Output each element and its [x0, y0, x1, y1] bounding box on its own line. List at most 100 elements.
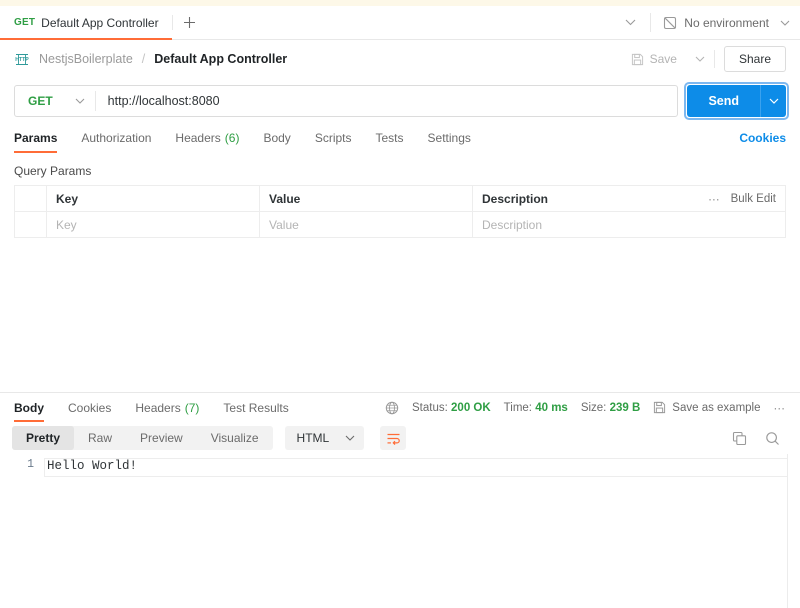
url-bar: GET Send [0, 78, 800, 124]
tab-scripts-label: Scripts [314, 131, 352, 145]
response-tab-headers[interactable]: Headers (7) [123, 393, 211, 422]
breadcrumb-collection[interactable]: NestjsBoilerplate [39, 52, 133, 66]
copy-icon[interactable] [732, 431, 747, 446]
breadcrumb-separator: / [141, 52, 146, 66]
size-label: Size: [580, 401, 607, 414]
response-tab-cookies[interactable]: Cookies [56, 393, 123, 422]
tabs-dropdown-button[interactable] [610, 6, 650, 39]
request-tab[interactable]: GET Default App Controller [0, 6, 172, 40]
table-header-row: Key Value Description ⋯ Bulk Edit [15, 186, 785, 212]
bulk-edit-button[interactable]: Bulk Edit [731, 193, 776, 205]
select-all-cell[interactable] [15, 186, 47, 211]
request-section-tabs: Params Authorization Headers (6) Body Sc… [0, 124, 800, 153]
tab-authorization-label: Authorization [81, 131, 152, 145]
save-as-example-label: Save as example [672, 401, 761, 414]
view-mode-visualize[interactable]: Visualize [197, 426, 273, 450]
tab-body[interactable]: Body [251, 124, 302, 152]
word-wrap-icon[interactable] [380, 426, 407, 450]
request-tab-bar: GET Default App Controller No environmen… [0, 6, 800, 40]
code-line: 1 Hello World! [0, 454, 800, 477]
response-tab-test-results-label: Test Results [223, 400, 289, 415]
ellipsis-icon[interactable]: ⋯ [708, 192, 721, 206]
request-tab-title: Default App Controller [41, 15, 159, 30]
chevron-down-icon [780, 20, 790, 26]
url-input[interactable] [95, 94, 678, 108]
response-language-label: HTML [296, 431, 330, 445]
response-tab-headers-label: Headers [135, 400, 181, 415]
query-params-title: Query Params [14, 164, 92, 178]
breadcrumb-request-name[interactable]: Default App Controller [154, 52, 287, 66]
globe-icon[interactable] [385, 401, 399, 415]
param-description-input[interactable]: Description [473, 212, 685, 237]
response-body-editor[interactable]: 1 Hello World! [0, 454, 800, 608]
search-icon[interactable] [765, 431, 780, 446]
share-button[interactable]: Share [723, 46, 786, 72]
floppy-disk-icon [653, 401, 666, 414]
response-body-text: Hello World! [44, 458, 787, 477]
status-value: 200 OK [451, 401, 491, 414]
column-header-key: Key [47, 186, 260, 211]
send-button[interactable]: Send [687, 85, 760, 117]
line-number: 1 [27, 458, 34, 471]
environment-selector[interactable]: No environment [651, 6, 800, 39]
table-row: Key Value Description [15, 212, 785, 238]
new-tab-button[interactable] [173, 6, 207, 39]
breadcrumb-actions: Save Share [622, 46, 786, 72]
size-value: 239 B [609, 401, 641, 414]
param-key-input[interactable]: Key [47, 212, 260, 237]
tab-settings[interactable]: Settings [416, 124, 483, 152]
response-tab-body-label: Body [14, 400, 44, 415]
tab-headers[interactable]: Headers (6) [163, 124, 251, 152]
response-tab-headers-count: (7) [184, 400, 200, 415]
response-tab-test-results[interactable]: Test Results [211, 393, 300, 422]
tab-scripts[interactable]: Scripts [303, 124, 364, 152]
view-mode-raw[interactable]: Raw [74, 426, 126, 450]
tab-body-label: Body [263, 131, 291, 145]
tab-bar-right: No environment [610, 6, 800, 39]
query-params-table: Key Value Description ⋯ Bulk Edit Key Va… [14, 185, 786, 238]
response-language-selector[interactable]: HTML [284, 426, 365, 450]
status-label: Status: [412, 401, 448, 414]
column-header-description: Description [482, 191, 549, 206]
view-mode-preview[interactable]: Preview [126, 426, 197, 450]
floppy-disk-icon [631, 53, 644, 66]
response-size: Size: 239 B [581, 402, 640, 414]
response-view-toolbar: Pretty Raw Preview Visualize HTML [0, 422, 800, 454]
tab-headers-label: Headers [175, 131, 221, 145]
http-method-selector[interactable]: GET [15, 94, 95, 108]
cookies-link[interactable]: Cookies [739, 131, 786, 145]
send-options-button[interactable] [760, 85, 786, 117]
row-checkbox-cell[interactable] [15, 212, 47, 237]
tab-params-label: Params [14, 131, 58, 145]
editor-scroll-edge[interactable] [787, 454, 788, 608]
response-more-icon[interactable]: ⋯ [774, 401, 787, 415]
no-environment-icon [663, 16, 677, 30]
param-value-input[interactable]: Value [260, 212, 473, 237]
tab-settings-label: Settings [427, 131, 471, 145]
breadcrumb-bar: HTTP NestjsBoilerplate / Default App Con… [0, 40, 800, 78]
response-time: Time: 40 ms [504, 402, 568, 414]
svg-text:HTTP: HTTP [15, 57, 29, 63]
http-request-icon: HTTP [14, 52, 30, 67]
response-view-modes: Pretty Raw Preview Visualize [12, 426, 273, 450]
column-header-value: Value [260, 186, 473, 211]
save-as-example-button[interactable]: Save as example [653, 401, 761, 414]
chevron-down-icon [75, 98, 85, 104]
save-options-button[interactable] [686, 56, 714, 62]
tab-tests-label: Tests [375, 131, 404, 145]
request-tab-method: GET [14, 17, 36, 28]
tab-params[interactable]: Params [14, 124, 69, 153]
response-tab-bar: Body Cookies Headers (7) Test Results St… [0, 393, 800, 422]
save-button[interactable]: Save [622, 47, 686, 71]
response-meta: Status: 200 OK Time: 40 ms Size: 239 B S… [385, 401, 786, 415]
time-label: Time: [503, 401, 532, 414]
tab-authorization[interactable]: Authorization [69, 124, 163, 152]
view-mode-pretty[interactable]: Pretty [12, 426, 75, 450]
breadcrumb: HTTP NestjsBoilerplate / Default App Con… [14, 52, 287, 67]
response-status: Status: 200 OK [412, 402, 491, 414]
tab-tests[interactable]: Tests [364, 124, 416, 152]
row-tools [685, 212, 785, 237]
response-view-actions [732, 431, 788, 446]
postman-window: GET Default App Controller No environmen… [0, 0, 800, 608]
response-tab-body[interactable]: Body [14, 393, 56, 422]
